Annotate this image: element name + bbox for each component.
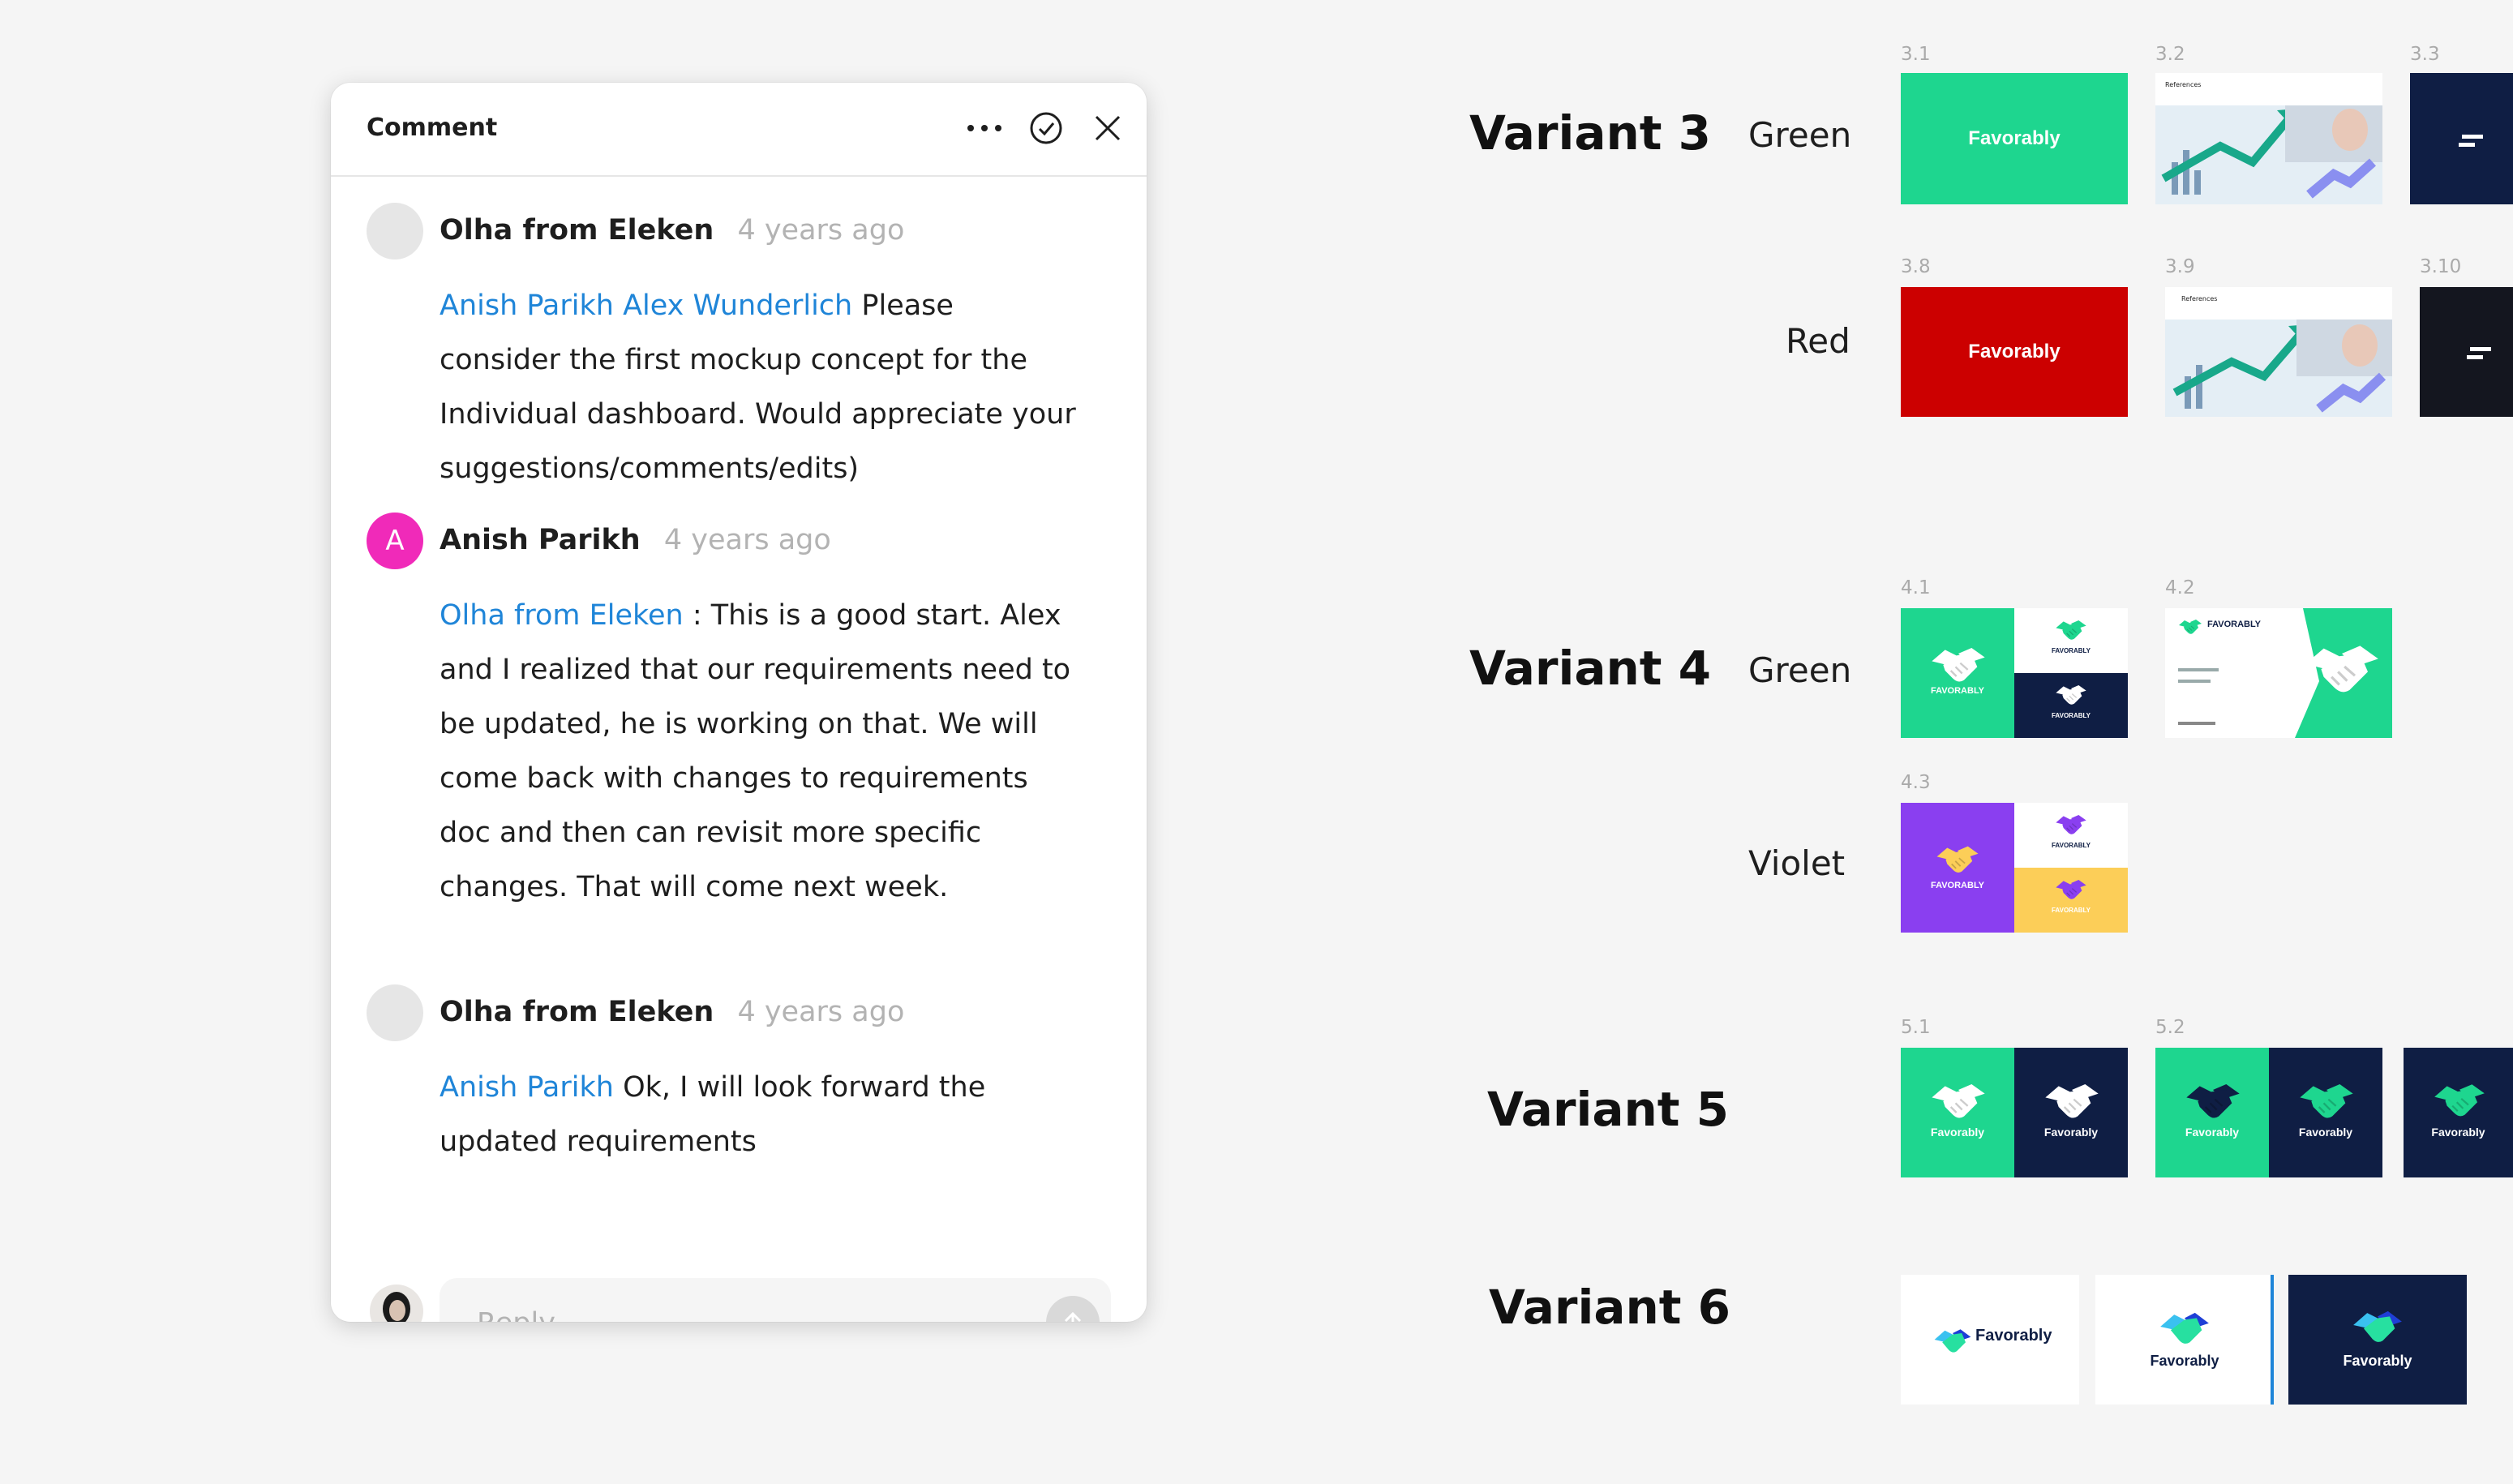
thumb-label: 3.3 (2410, 44, 2440, 65)
thumbnail-4-1[interactable]: FAVORABLY FAVORABLY FAVORABLY (1901, 608, 2128, 738)
thumbnail-4-3[interactable]: FAVORABLY FAVORABLY FAVORABLY (1901, 803, 2128, 933)
color-label: Red (1786, 321, 1850, 361)
variant-title: Variant 5 (1487, 1082, 1730, 1137)
mention-link[interactable]: Anish Parikh (440, 1071, 614, 1104)
resolve-button[interactable] (1023, 105, 1069, 151)
thumb-label: 4.2 (2165, 577, 2195, 598)
thumbnail-3-1[interactable]: Favorably (1901, 73, 2128, 204)
brand-logo: Favorably (1968, 127, 2061, 149)
brand-logo: Favorably (2150, 1353, 2219, 1369)
thumbnail-5-1[interactable]: Favorably Favorably (1901, 1048, 2128, 1177)
brand-logo: FAVORABLY (1930, 881, 1984, 890)
comment-panel: Comment Olha from Eleken 4 years ago Ani… (331, 83, 1147, 1322)
brand-logo: Favorably (2431, 1126, 2485, 1139)
thumbnail-3-8[interactable]: Favorably (1901, 287, 2128, 417)
comment-author: Olha from Eleken (440, 996, 714, 1028)
color-label: Green (1748, 650, 1852, 690)
brand-logo: Favorably (2298, 1126, 2353, 1139)
variant-title: Variant 4 (1469, 641, 1712, 696)
brand-logo: Favorably (1968, 341, 2061, 362)
chart-photo-icon (2165, 320, 2392, 417)
selection-edge (2271, 1275, 2274, 1405)
color-label: Violet (1748, 843, 1846, 883)
thumbnail-3-3[interactable] (2410, 73, 2513, 204)
close-button[interactable] (1085, 105, 1130, 151)
comment-item: Olha from Eleken 4 years ago Anish Parik… (367, 984, 1096, 1228)
thumb-label: 4.1 (1901, 577, 1931, 598)
variant-title: Variant 6 (1489, 1280, 1731, 1335)
thumb-label: 3.10 (2420, 256, 2462, 277)
comment-body: Olha from Eleken : This is a good start.… (440, 589, 1080, 915)
thumb-label: 4.3 (1901, 772, 1931, 793)
thumb-label: 5.2 (2155, 1017, 2185, 1038)
thumbnail-3-10[interactable] (2420, 287, 2513, 417)
brand-logo: FAVORABLY (2051, 647, 2091, 654)
avatar (367, 203, 423, 259)
brand-logo: FAVORABLY (2051, 907, 2091, 914)
current-user-avatar (370, 1285, 423, 1322)
check-circle-icon (1030, 112, 1062, 144)
mention-link[interactable]: Olha from Eleken (440, 599, 684, 632)
panel-title: Comment (367, 114, 498, 142)
thumbnail-6-3[interactable]: Favorably (2288, 1275, 2467, 1405)
brand-mark-icon (2459, 135, 2483, 147)
reply-box (440, 1278, 1111, 1322)
comment-author: Anish Parikh (440, 524, 641, 556)
arrow-up-icon (1064, 1311, 1082, 1322)
slide-heading: References (2165, 81, 2202, 88)
brand-logo: Favorably (2043, 1126, 2099, 1139)
more-options-button[interactable] (962, 105, 1007, 151)
chart-photo-icon (2155, 105, 2382, 204)
brand-logo: FAVORABLY (1930, 686, 1984, 696)
comment-text: : This is a good start. Alex and I reali… (440, 599, 1071, 903)
brand-logo: FAVORABLY (2051, 712, 2091, 719)
comment-body: Anish Parikh Ok, I will look forward the… (440, 1061, 1080, 1169)
slide-heading: References (2181, 295, 2218, 302)
brand-logo: Favorably (2185, 1126, 2240, 1139)
thumbnail-5-2[interactable]: Favorably Favorably (2155, 1048, 2382, 1177)
comment-panel-header: Comment (331, 83, 1147, 177)
thumbnail-3-2[interactable]: References (2155, 73, 2382, 204)
comment-author: Olha from Eleken (440, 214, 714, 247)
comment-time: 4 years ago (737, 214, 905, 247)
variant-title: Variant 3 (1469, 105, 1712, 161)
comment-item: A Anish Parikh 4 years ago Olha from Ele… (367, 513, 1096, 1032)
thumb-label: 5.1 (1901, 1017, 1931, 1038)
comment-item: Olha from Eleken 4 years ago Anish Parik… (367, 203, 1096, 560)
brand-logo: Favorably (1975, 1327, 2052, 1345)
thumbnail-6-1[interactable]: Favorably (1901, 1275, 2079, 1405)
thumb-label: 3.9 (2165, 256, 2195, 277)
thumbnail-3-9[interactable]: References (2165, 287, 2392, 417)
avatar (367, 984, 423, 1041)
thumb-label: 3.8 (1901, 256, 1931, 277)
close-icon (1095, 115, 1121, 141)
thumb-label: 3.1 (1901, 44, 1931, 65)
thumbnail-4-2[interactable]: FAVORABLY (2165, 608, 2392, 738)
business-card-icon (2178, 608, 2392, 738)
brand-logo: Favorably (2343, 1353, 2412, 1369)
mention-link[interactable]: Anish Parikh Alex Wunderlich (440, 290, 852, 322)
color-label: Green (1748, 115, 1852, 155)
avatar: A (367, 513, 423, 569)
comment-time: 4 years ago (737, 996, 905, 1028)
thumb-label: 3.2 (2155, 44, 2185, 65)
brand-logo: Favorably (1930, 1126, 1985, 1139)
more-icon (967, 125, 1001, 131)
comment-body: Anish Parikh Alex Wunderlich Please cons… (440, 279, 1080, 496)
comment-time: 4 years ago (663, 524, 831, 556)
brand-mark-icon (2467, 347, 2491, 359)
reply-input[interactable] (475, 1297, 1030, 1322)
brand-logo: FAVORABLY (2051, 842, 2091, 849)
send-button[interactable] (1046, 1296, 1100, 1322)
thumbnail-6-2[interactable]: Favorably (2095, 1275, 2274, 1405)
thumbnail-5-3[interactable]: Favorably (2404, 1048, 2513, 1177)
